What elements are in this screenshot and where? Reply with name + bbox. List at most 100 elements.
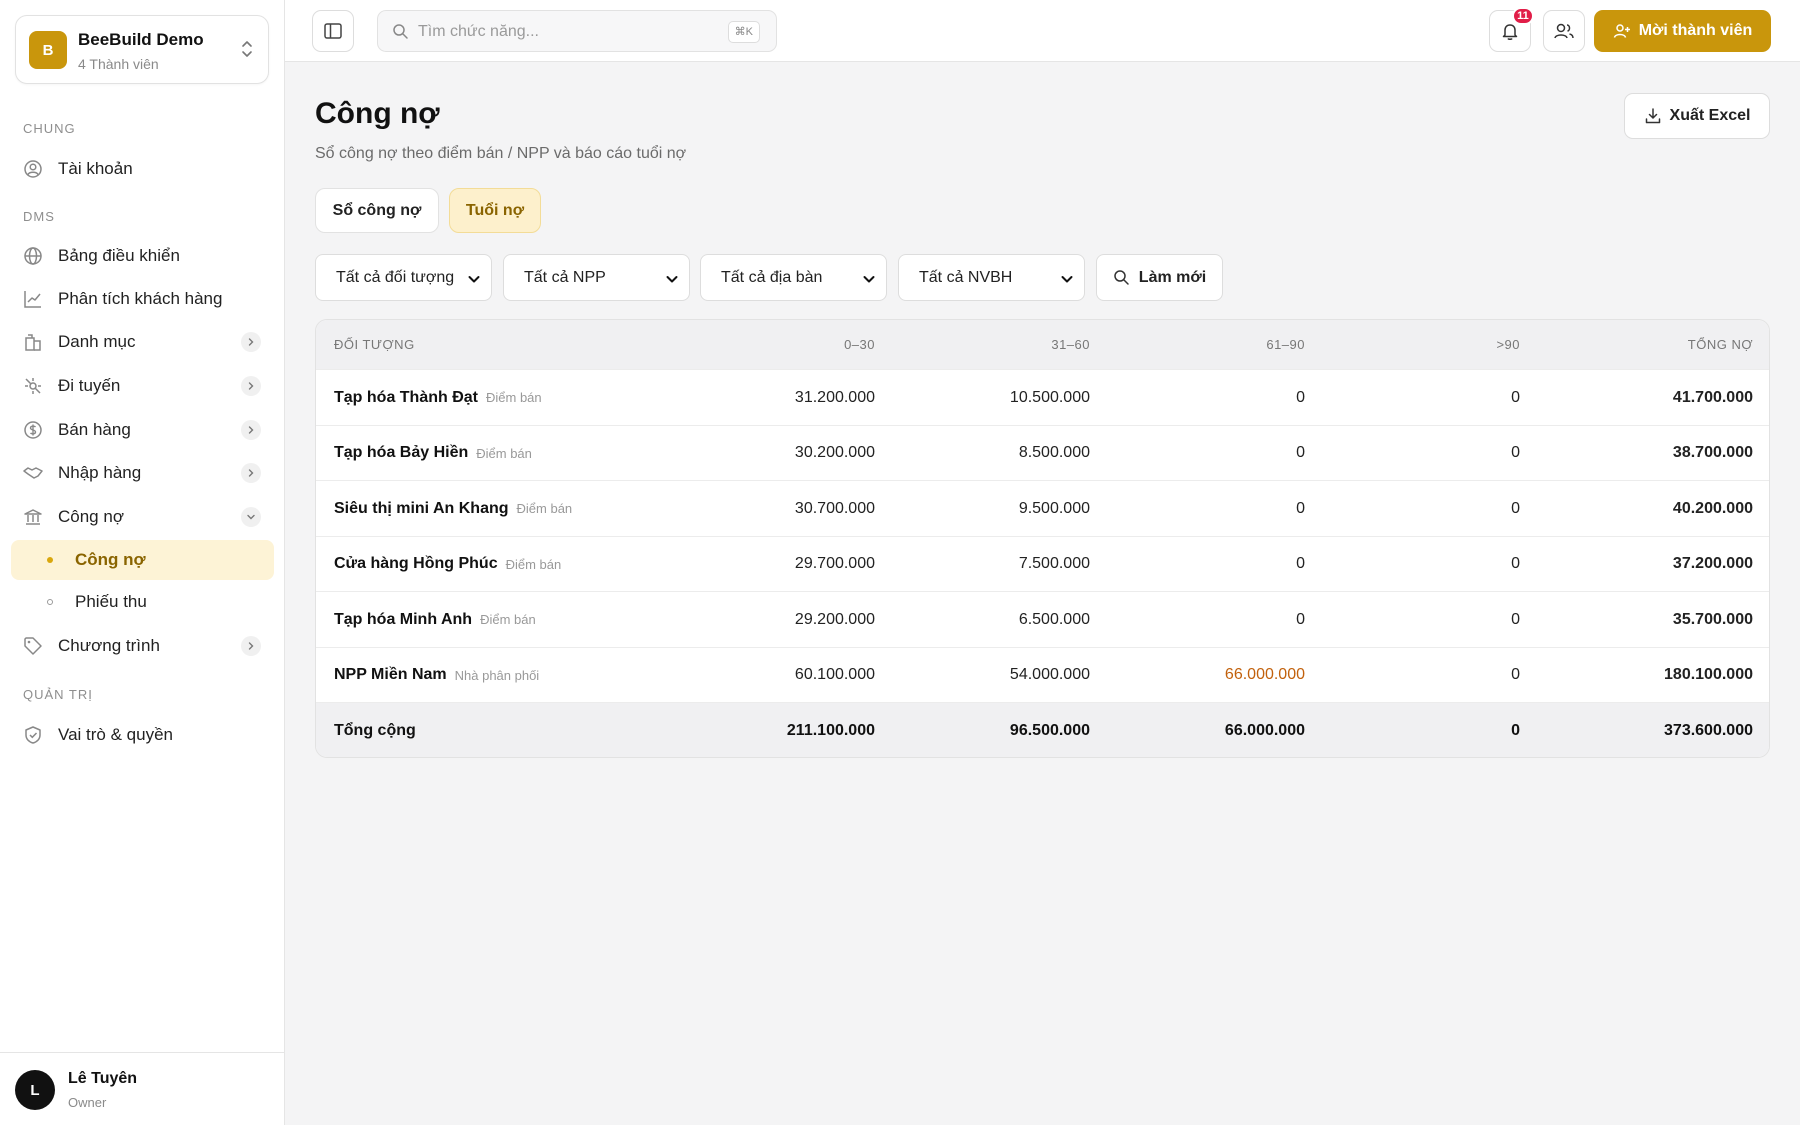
- column-header-61-90[interactable]: 61–90: [1125, 320, 1305, 369]
- chevron-right-icon: [241, 332, 261, 352]
- sidebar-item-catalog[interactable]: Danh mục: [11, 322, 274, 362]
- cell-total: 41.700.000: [1672, 388, 1753, 406]
- table-footer-row: Tổng cộng 211.100.000 96.500.000 66.000.…: [316, 703, 1769, 757]
- object-name: Tạp hóa Bảy Hiền: [334, 444, 469, 461]
- select-value: Tất cả địa bàn: [721, 269, 823, 286]
- tag-icon: [24, 637, 42, 655]
- sidebar-item-programs[interactable]: Chương trình: [11, 626, 274, 666]
- cell-total: 38.700.000: [1672, 444, 1753, 461]
- table-row[interactable]: Tạp hóa Bảy Hiền Điểm bán 30.200.000 8.50…: [316, 426, 1769, 481]
- table-row[interactable]: Cửa hàng Hồng Phúc Điểm bán 29.700.000 7.…: [316, 537, 1769, 592]
- export-excel-label: Xuất Excel: [1669, 107, 1751, 124]
- column-header-0-30[interactable]: 0–30: [695, 320, 875, 369]
- org-switcher[interactable]: B BeeBuild Demo 4 Thành viên: [15, 15, 269, 84]
- debt-aging-table: ĐỐI TƯỢNG 0–30 31–60 61–90 >90 TỔNG NỢ T…: [315, 319, 1770, 758]
- chevron-down-icon: [241, 507, 261, 527]
- select-value: Tất cả đối tượng: [336, 269, 455, 286]
- sidebar-item-customer-analytics[interactable]: Phân tích khách hàng: [11, 279, 274, 319]
- bank-icon: [24, 509, 42, 525]
- sidebar-item-roles[interactable]: Vai trò & quyền: [11, 715, 274, 755]
- sidebar-subitem-receipts[interactable]: Phiếu thu: [11, 582, 274, 622]
- route-icon: [25, 378, 41, 394]
- sidebar-item-label: Nhập hàng: [58, 463, 142, 482]
- sidebar-toggle-button[interactable]: [312, 10, 354, 52]
- column-header-total[interactable]: TỔNG NỢ: [1573, 320, 1753, 369]
- sidebar-item-debt[interactable]: Công nợ: [11, 497, 274, 537]
- footer-over-90: 0: [1511, 722, 1520, 739]
- section-label-admin: QUẢN TRỊ: [23, 687, 93, 702]
- table-row[interactable]: Tạp hóa Minh Anh Điểm bán 29.200.000 6.50…: [316, 592, 1769, 648]
- search-box[interactable]: ⌘K: [377, 10, 777, 52]
- tab-debt-aging[interactable]: Tuổi nợ: [449, 188, 541, 233]
- tab-debt-ledger[interactable]: Sổ công nợ: [315, 188, 439, 233]
- user-profile[interactable]: L Lê Tuyên Owner: [0, 1052, 285, 1125]
- section-label-chung: CHUNG: [23, 121, 76, 136]
- table-row[interactable]: NPP Miền Nam Nhà phân phối 60.100.000 54.…: [316, 648, 1769, 703]
- export-excel-button[interactable]: Xuất Excel: [1624, 93, 1770, 139]
- sidebar-item-sales[interactable]: Bán hàng: [11, 410, 274, 450]
- table-row[interactable]: Siêu thị mini An Khang Điểm bán 30.700.00…: [316, 481, 1769, 537]
- object-type: Điểm bán: [505, 556, 562, 572]
- sidebar-item-purchasing[interactable]: Nhập hàng: [11, 453, 274, 493]
- sidebar-item-label: Tài khoản: [58, 159, 133, 178]
- object-filter-select[interactable]: Tất cả đối tượng: [315, 254, 492, 301]
- sidebar-item-label: Danh mục: [58, 332, 136, 351]
- sidebar-item-routes[interactable]: Đi tuyến: [11, 366, 274, 406]
- invite-member-button[interactable]: Mời thành viên: [1594, 10, 1771, 52]
- notifications-button[interactable]: 11: [1489, 7, 1534, 52]
- object-cell: Cửa hàng Hồng Phúc Điểm bán: [334, 537, 694, 591]
- search-input[interactable]: [418, 20, 718, 44]
- download-icon: [1645, 108, 1660, 124]
- column-header-31-60[interactable]: 31–60: [910, 320, 1090, 369]
- chevron-down-icon: [666, 276, 678, 283]
- team-button[interactable]: [1543, 10, 1585, 52]
- refresh-label: Làm mới: [1138, 268, 1207, 286]
- users-icon: [1554, 23, 1574, 39]
- topbar: ⌘K 11 Mời thành viên: [285, 0, 1800, 62]
- user-role: Owner: [68, 1095, 107, 1110]
- section-label-dms: DMS: [23, 209, 55, 224]
- user-name: Lê Tuyên: [68, 1070, 138, 1087]
- cell-total: 40.200.000: [1672, 499, 1753, 517]
- sidebar-item-label: Bảng điều khiển: [58, 246, 180, 265]
- object-name: Cửa hàng Hồng Phúc: [334, 555, 498, 572]
- invite-member-label: Mời thành viên: [1638, 22, 1753, 39]
- sidebar: B BeeBuild Demo 4 Thành viên CHUNG Tài k…: [0, 0, 285, 1125]
- footer-31-60: 96.500.000: [1009, 722, 1090, 739]
- column-header-object[interactable]: ĐỐI TƯỢNG: [334, 320, 694, 369]
- shortcut-hint: ⌘K: [727, 21, 760, 43]
- active-dot: [47, 557, 53, 563]
- page-title: Công nợ: [315, 97, 440, 130]
- object-type: Điểm bán: [486, 390, 542, 405]
- cell-total: 35.700.000: [1672, 610, 1753, 628]
- npp-filter-select[interactable]: Tất cả NPP: [503, 254, 690, 301]
- building-icon: [25, 334, 41, 351]
- line-chart-icon: [24, 291, 41, 308]
- handshake-icon: [23, 467, 43, 479]
- cell-31-60: 54.000.000: [1009, 666, 1090, 683]
- sidebar-subitem-debt[interactable]: Công nợ: [11, 540, 274, 580]
- avatar: L: [15, 1070, 55, 1110]
- sidebar-item-dashboard[interactable]: Bảng điều khiển: [11, 236, 274, 276]
- table-row[interactable]: Tạp hóa Thành Đạt Điểm bán 31.200.000 10.…: [316, 370, 1769, 426]
- staff-filter-select[interactable]: Tất cả NVBH: [898, 254, 1085, 301]
- shield-check-icon: [25, 726, 41, 744]
- object-cell: Siêu thị mini An Khang Điểm bán: [334, 481, 694, 536]
- footer-61-90: 66.000.000: [1224, 722, 1305, 739]
- user-plus-icon: [1613, 24, 1630, 38]
- object-cell: NPP Miền Nam Nhà phân phối: [334, 648, 694, 702]
- dollar-circle-icon: [24, 421, 42, 439]
- table-header-row: ĐỐI TƯỢNG 0–30 31–60 61–90 >90 TỔNG NỢ: [316, 320, 1769, 370]
- object-name: Tạp hóa Thành Đạt: [334, 388, 478, 406]
- sidebar-item-account[interactable]: Tài khoản: [11, 149, 274, 189]
- chevron-up-down-icon: [242, 41, 252, 57]
- sidebar-item-label: Vai trò & quyền: [58, 725, 173, 744]
- cell-total: 37.200.000: [1672, 555, 1753, 572]
- column-header-over-90[interactable]: >90: [1340, 320, 1520, 369]
- cell-0-30: 31.200.000: [794, 388, 875, 406]
- refresh-button[interactable]: Làm mới: [1096, 254, 1223, 301]
- cell-over-90: 0: [1511, 610, 1520, 628]
- cell-31-60: 10.500.000: [1009, 388, 1090, 406]
- chevron-down-icon: [863, 276, 875, 283]
- area-filter-select[interactable]: Tất cả địa bàn: [700, 254, 887, 301]
